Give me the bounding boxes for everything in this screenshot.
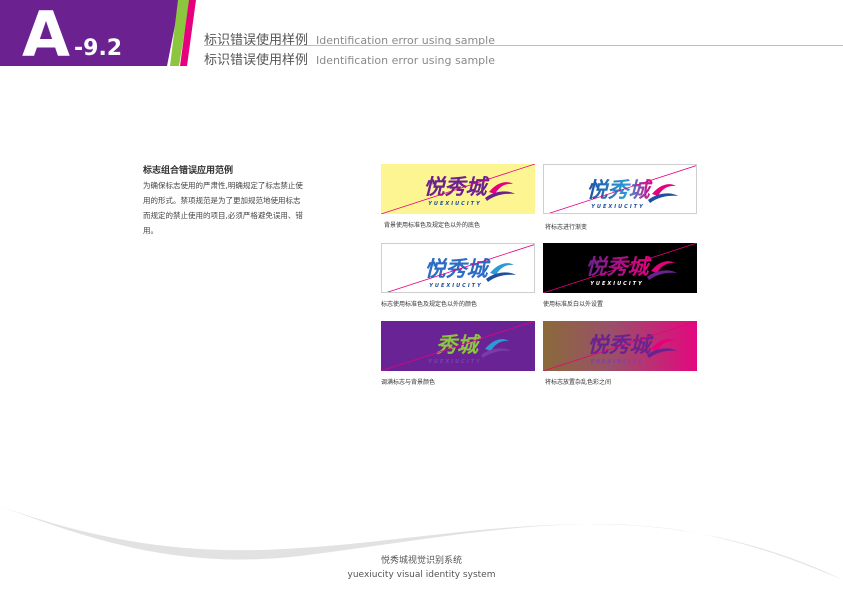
- sample-2-wordmark: YUEXIUCITY: [591, 204, 644, 210]
- sample-2-caption: 将标志进行渐变: [545, 224, 588, 231]
- footer-title-zh: 悦秀城视觉识别系统: [380, 556, 462, 566]
- sample-4-logo-text: 悦秀城: [586, 255, 653, 279]
- sample-card-5: 秀城 YUEXIUCITY: [381, 321, 535, 371]
- sample-1-logo-text: 悦秀城: [424, 175, 491, 199]
- sample-5-caption: 调满标志与背景颜色: [381, 379, 436, 386]
- page-title-row-repeat: 标识错误使用样例 Identification error using samp…: [204, 49, 495, 68]
- sample-card-2: 悦秀城 YUEXIUCITY: [543, 164, 697, 214]
- sample-card-1: 悦秀城 YUEXIUCITY: [381, 164, 535, 214]
- sample-4-wordmark: YUEXIUCITY: [590, 281, 643, 287]
- sample-4-caption: 使用标准反白以外设置: [543, 301, 604, 308]
- sample-6-graphic: 悦秀城 YUEXIUCITY: [543, 321, 697, 371]
- sample-card-6: 悦秀城 YUEXIUCITY: [543, 321, 697, 371]
- page-title-zh-repeat: 标识错误使用样例: [204, 53, 309, 68]
- sample-card-4: 悦秀城 YUEXIUCITY: [543, 243, 697, 293]
- sample-3-caption: 标志使用标准色及规定色以外的颜色: [381, 301, 478, 308]
- sample-card-3: 悦秀城 YUEXIUCITY: [381, 243, 535, 293]
- title-divider: [204, 45, 843, 46]
- sample-4-graphic: 悦秀城 YUEXIUCITY: [543, 243, 697, 293]
- sample-5-wordmark: YUEXIUCITY: [428, 359, 481, 365]
- sample-2-graphic: 悦秀城 YUEXIUCITY: [548, 165, 696, 213]
- sample-1-graphic: 悦秀城 YUEXIUCITY: [381, 164, 535, 214]
- section-letter: A: [22, 0, 70, 71]
- page-title-en-repeat: Identification error using sample: [316, 54, 495, 67]
- sample-5-graphic: 秀城 YUEXIUCITY: [381, 321, 535, 371]
- description-heading: 标志组合错误应用范例: [143, 166, 234, 176]
- sample-5-logo-text: 秀城: [436, 333, 482, 357]
- sample-6-caption: 将标志放置杂乱色彩之间: [545, 379, 612, 386]
- sample-6-wordmark: YUEXIUCITY: [590, 359, 643, 365]
- sample-1-wordmark: YUEXIUCITY: [428, 201, 481, 207]
- sample-3-graphic: 悦秀城 YUEXIUCITY: [386, 244, 534, 292]
- section-number: -9.2: [74, 36, 123, 61]
- sample-1-caption: 背景使用标准色及规定色以外的底色: [384, 222, 481, 229]
- footer-title-en: yuexiucity visual identity system: [347, 570, 496, 580]
- sample-3-wordmark: YUEXIUCITY: [429, 283, 482, 289]
- description-body: 为确保标志使用的严肃性,明确规定了标志禁止使用的形式。禁项规范是为了更加规范地使…: [143, 181, 303, 235]
- footer-swoosh: [0, 506, 843, 580]
